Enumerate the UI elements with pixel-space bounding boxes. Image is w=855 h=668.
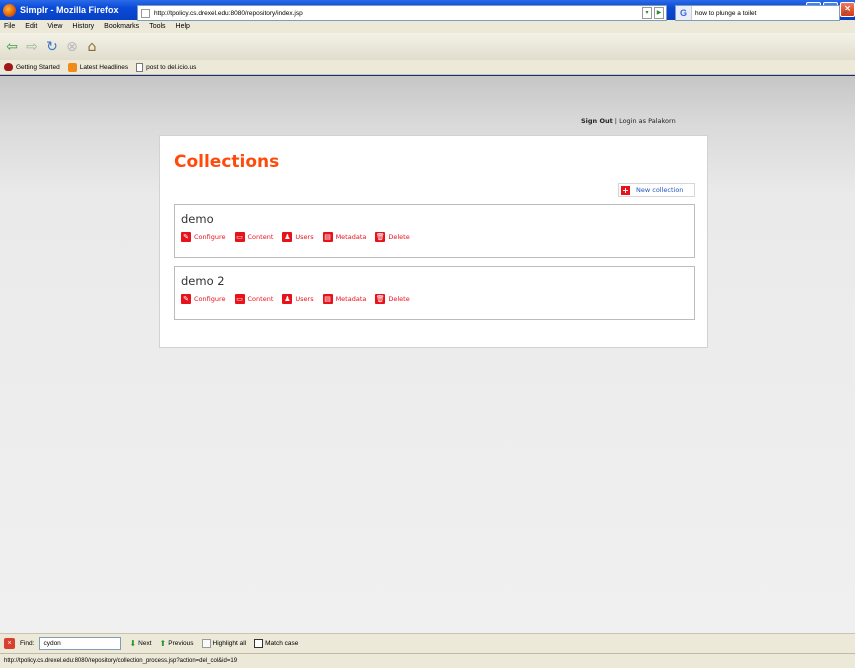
address-bar[interactable]: http://tpolicy.cs.drexel.edu:8080/reposi… (137, 5, 667, 21)
dropdown-arrow-icon[interactable]: ▾ (642, 7, 652, 19)
match-case-checkbox[interactable]: Match case (254, 639, 298, 648)
checkbox-icon (254, 639, 264, 648)
header-separator: | (614, 117, 617, 125)
document-icon: ▤ (322, 232, 333, 242)
forward-arrow-icon[interactable]: ⇨ (23, 38, 41, 56)
folder-icon: ▭ (234, 294, 245, 304)
stop-icon[interactable]: ⊗ (63, 38, 81, 56)
menu-bookmarks[interactable]: Bookmarks (104, 23, 139, 30)
menu-history[interactable]: History (72, 23, 94, 30)
collection-actions: ✎ Configure ▭ Content ♟ Users ▤ Metadata… (181, 294, 410, 304)
google-icon[interactable]: G (676, 6, 692, 20)
home-icon[interactable]: ⌂ (83, 38, 101, 56)
menu-tools[interactable]: Tools (149, 23, 165, 30)
arrow-up-icon: ⬆ (159, 639, 167, 648)
user-icon: ♟ (282, 232, 293, 242)
account-links: Sign Out | Login as Palakorn (581, 117, 676, 125)
collection-item: demo ✎ Configure ▭ Content ♟ Users ▤ Met… (174, 204, 695, 258)
collection-item: demo 2 ✎ Configure ▭ Content ♟ Users ▤ M… (174, 266, 695, 320)
bookmark-icon (4, 63, 13, 71)
login-as-text: Login as Palakorn (619, 117, 676, 125)
go-arrow-icon[interactable]: ▶ (654, 7, 664, 19)
trash-icon: 🗑 (375, 232, 386, 242)
back-arrow-icon[interactable]: ⇦ (3, 38, 21, 56)
arrow-down-icon: ⬇ (129, 639, 137, 648)
status-bar: http://tpolicy.cs.drexel.edu:8080/reposi… (0, 653, 855, 668)
rss-icon (67, 62, 77, 72)
address-url: http://tpolicy.cs.drexel.edu:8080/reposi… (154, 9, 303, 17)
wrench-icon: ✎ (181, 232, 191, 242)
metadata-button[interactable]: ▤ Metadata (322, 232, 366, 242)
configure-button[interactable]: ✎ Configure (181, 294, 226, 304)
find-input[interactable]: cydon (39, 637, 122, 650)
page-icon (136, 62, 144, 72)
bookmark-delicious[interactable]: post to del.icio.us (136, 62, 196, 72)
menu-help[interactable]: Help (176, 23, 190, 30)
menu-view[interactable]: View (47, 23, 62, 30)
sign-out-link[interactable]: Sign Out (581, 117, 613, 125)
find-label: Find: (20, 640, 35, 647)
menu-edit[interactable]: Edit (25, 23, 37, 30)
content-button[interactable]: ▭ Content (234, 294, 273, 304)
content-button[interactable]: ▭ Content (234, 232, 273, 242)
highlight-all-button[interactable]: Highlight all (201, 639, 246, 648)
folder-icon: ▭ (234, 232, 245, 242)
search-magnifier-icon[interactable]: ⌕ (843, 7, 848, 17)
close-icon[interactable]: × (4, 638, 15, 649)
window-title: Simplr - Mozilla Firefox (20, 5, 119, 15)
configure-button[interactable]: ✎ Configure (181, 232, 226, 242)
bookmark-latest-headlines[interactable]: Latest Headlines (67, 62, 128, 72)
collections-panel: Collections + New collection demo ✎ Conf… (159, 135, 708, 348)
document-icon: ▤ (322, 294, 333, 304)
collection-name: demo 2 (181, 274, 225, 288)
bookmarks-toolbar: Getting Started Latest Headlines post to… (0, 60, 855, 75)
users-button[interactable]: ♟ Users (282, 232, 314, 242)
metadata-button[interactable]: ▤ Metadata (322, 294, 366, 304)
find-previous-button[interactable]: ⬆ Previous (160, 639, 194, 648)
find-bar: × Find: cydon ⬇ Next ⬆ Previous Highligh… (0, 633, 855, 653)
wrench-icon: ✎ (181, 294, 191, 304)
find-next-button[interactable]: ⬇ Next (129, 639, 151, 648)
plus-icon: + (621, 185, 630, 195)
bookmark-getting-started[interactable]: Getting Started (4, 63, 60, 71)
page-title: Collections (174, 152, 280, 172)
new-collection-label: New collection (636, 186, 684, 194)
reload-icon[interactable]: ↻ (43, 38, 61, 56)
trash-icon: 🗑 (375, 294, 386, 304)
menu-bar: File Edit View History Bookmarks Tools H… (0, 20, 855, 33)
address-buttons: ▾ ▶ (642, 7, 664, 19)
delete-button[interactable]: 🗑 Delete (375, 232, 410, 242)
search-input[interactable]: G how to plunge a toilet (675, 5, 840, 21)
new-collection-button[interactable]: + New collection (618, 183, 695, 197)
collection-name: demo (181, 212, 214, 226)
users-button[interactable]: ♟ Users (282, 294, 314, 304)
search-value: how to plunge a toilet (695, 9, 757, 17)
delete-button[interactable]: 🗑 Delete (375, 294, 410, 304)
collection-actions: ✎ Configure ▭ Content ♟ Users ▤ Metadata… (181, 232, 410, 242)
firefox-icon (3, 3, 16, 17)
menu-file[interactable]: File (4, 23, 15, 30)
page-content: Sign Out | Login as Palakorn Collections… (0, 76, 855, 633)
highlight-icon (201, 639, 211, 648)
page-favicon-icon (141, 8, 150, 18)
user-icon: ♟ (282, 294, 293, 304)
navigation-toolbar: ⇦ ⇨ ↻ ⊗ ⌂ (0, 33, 855, 60)
